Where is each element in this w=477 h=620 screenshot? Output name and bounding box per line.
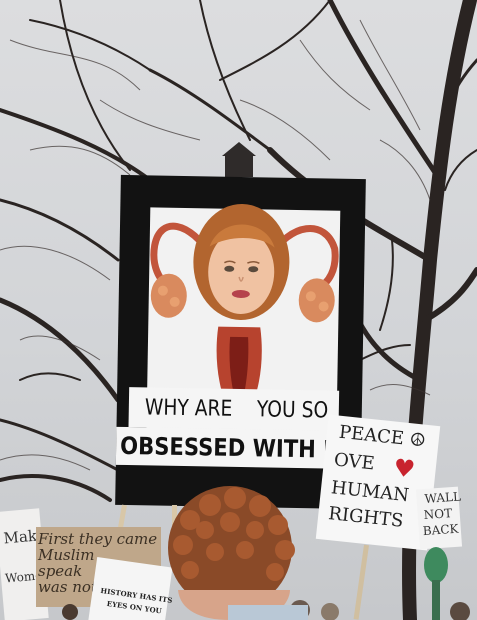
- crowd-foreground: [62, 486, 470, 620]
- protest-photo: WHY ARE YOU SO OBSESSED WITH ME? PEACE ☮…: [0, 0, 477, 620]
- curly-haired-person: [168, 486, 308, 620]
